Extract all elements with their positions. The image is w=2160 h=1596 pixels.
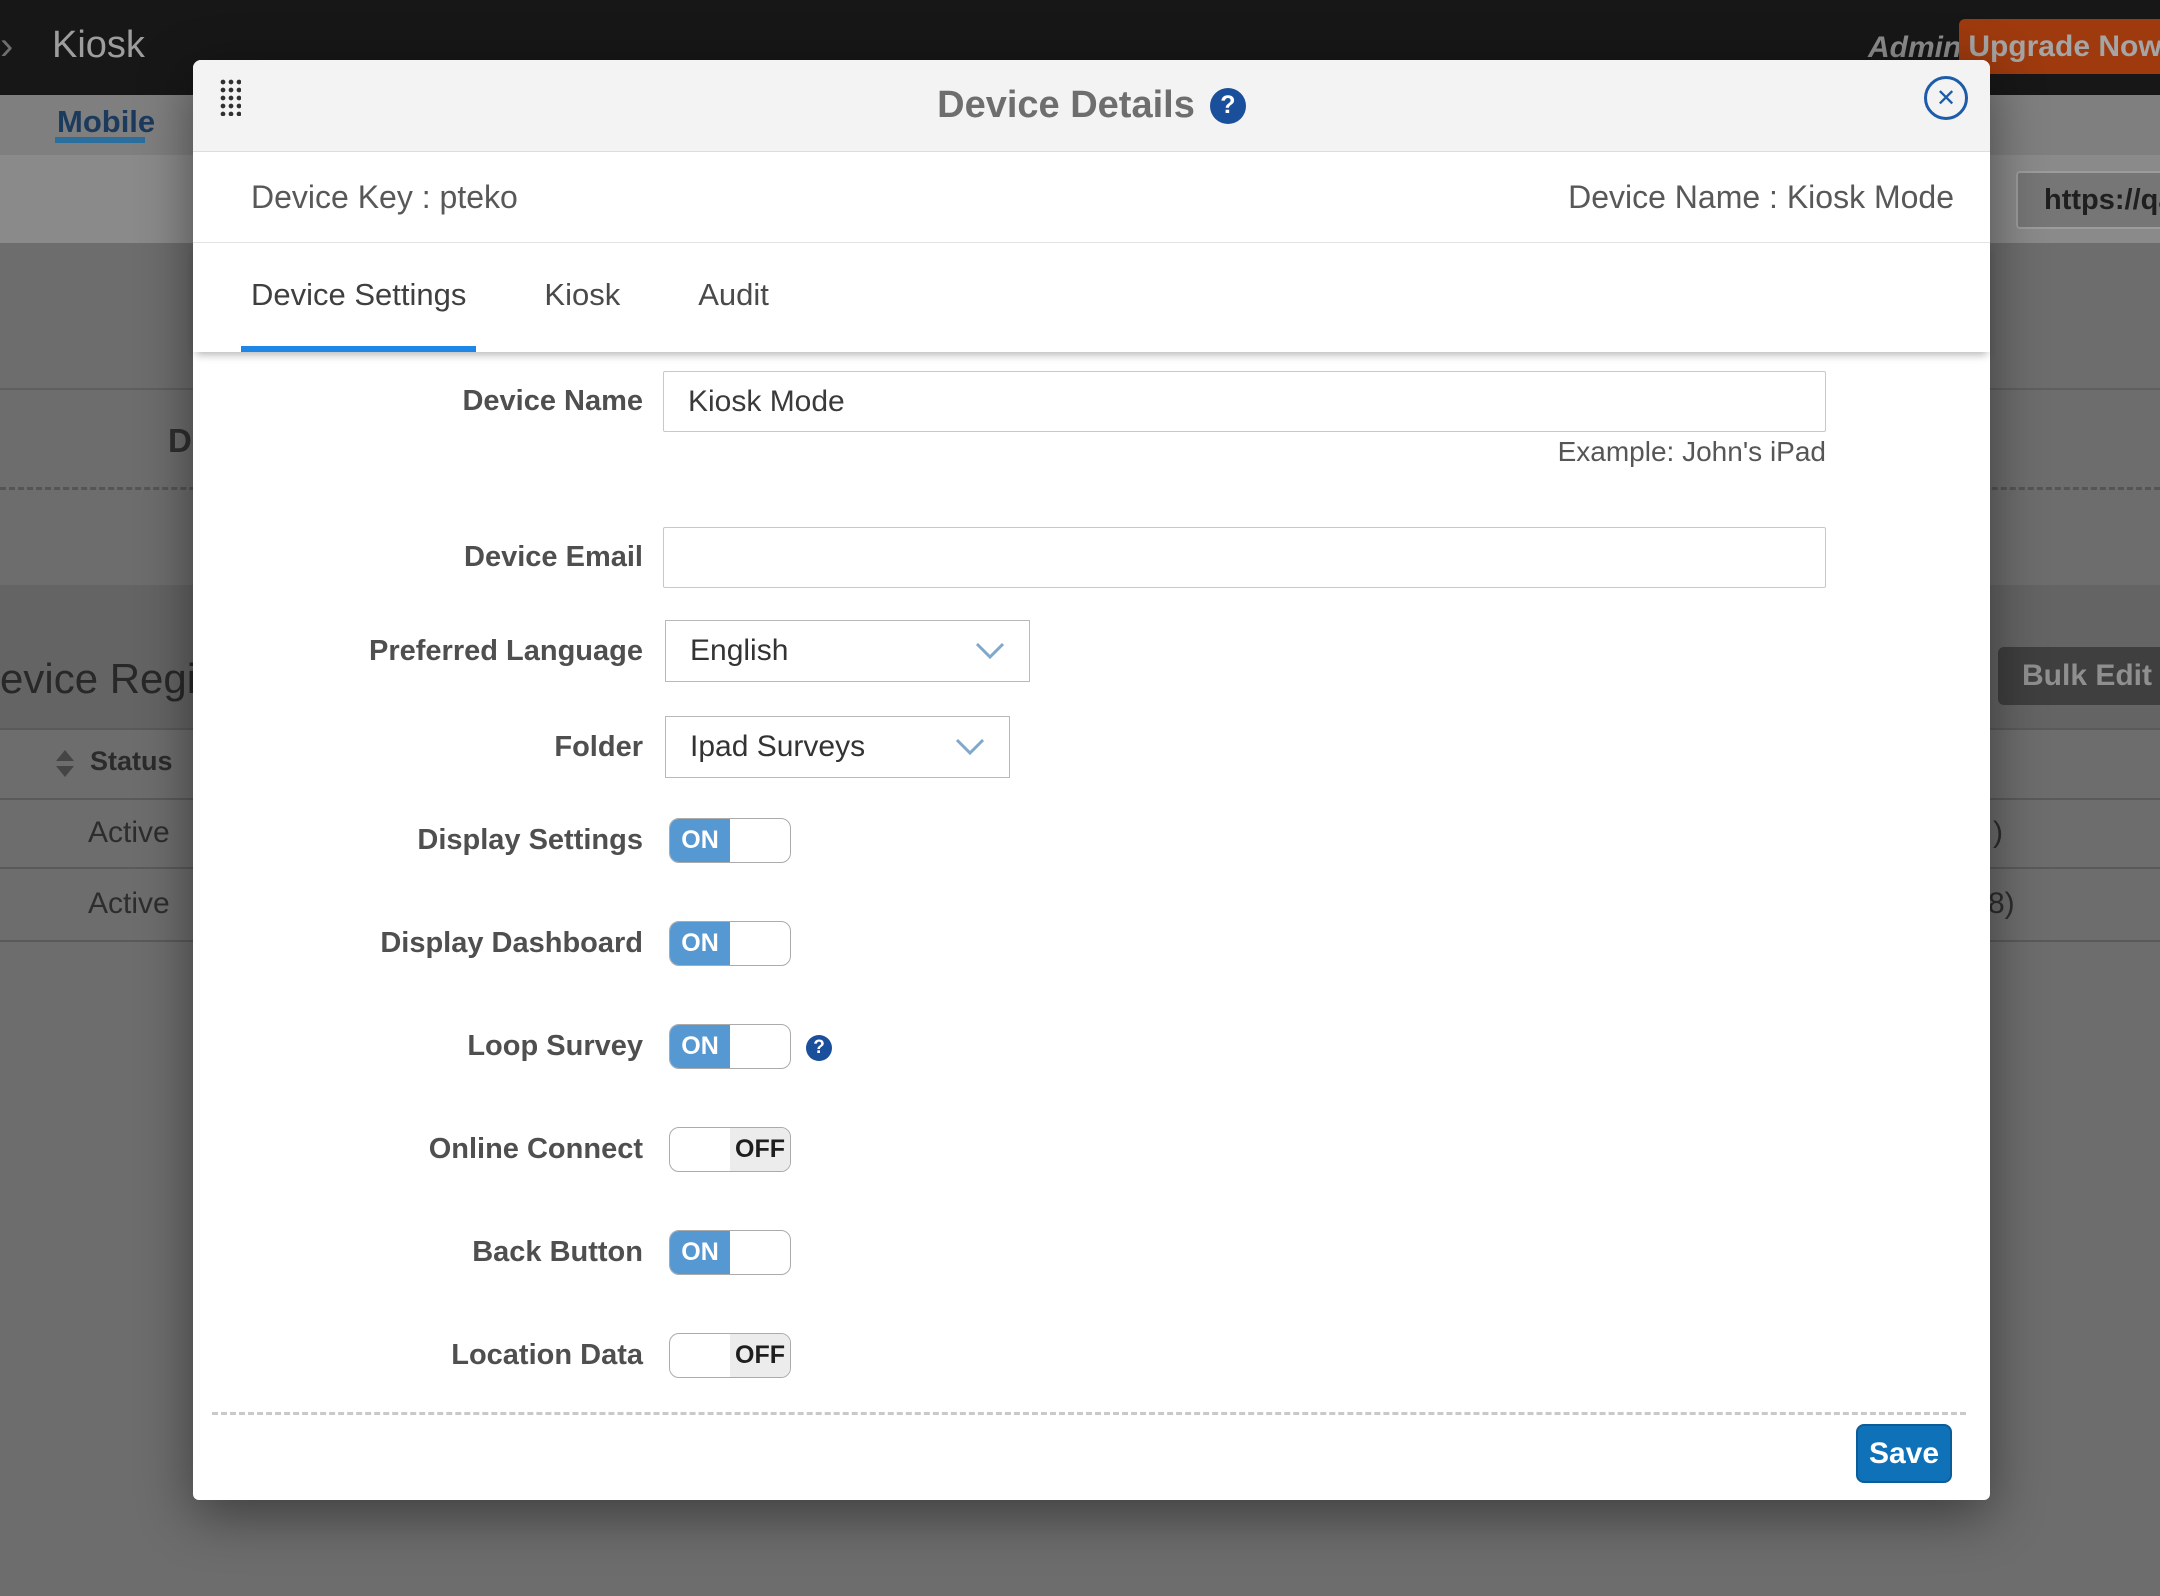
toggle-state: ON: [670, 1231, 730, 1274]
preferred-language-label: Preferred Language: [193, 620, 643, 682]
location-data-label: Location Data: [193, 1333, 643, 1378]
device-name-helper: Example: John's iPad: [1558, 436, 1826, 468]
display-settings-label: Display Settings: [193, 818, 643, 863]
chevron-down-icon: [975, 642, 1005, 660]
location-data-toggle[interactable]: OFF: [669, 1333, 791, 1378]
modal-header: Device Details ?: [193, 60, 1990, 152]
modal-subheader: Device Key : pteko Device Name : Kiosk M…: [193, 152, 1990, 243]
online-connect-label: Online Connect: [193, 1127, 643, 1172]
device-name-text: Device Name : Kiosk Mode: [1568, 179, 1954, 216]
table-row-fragment: ): [1993, 816, 2003, 850]
toggle-state: OFF: [730, 1334, 790, 1377]
url-field[interactable]: https://qa.c: [2016, 171, 2160, 229]
divider: [212, 1412, 1966, 1415]
breadcrumb-chevron-icon: ›: [0, 24, 13, 69]
modal-title: Device Details: [937, 84, 1195, 127]
online-connect-toggle[interactable]: OFF: [669, 1127, 791, 1172]
status-column-header[interactable]: Status: [90, 746, 173, 777]
toggle-state: ON: [670, 819, 730, 862]
page-title: Kiosk: [52, 24, 145, 67]
device-details-modal: Device Details ? ✕ Device Key : pteko De…: [193, 60, 1990, 1500]
save-button[interactable]: Save: [1856, 1424, 1952, 1483]
device-name-label: Device Name: [193, 371, 643, 432]
toggle-state: ON: [670, 1025, 730, 1068]
device-email-label: Device Email: [193, 527, 643, 588]
folder-value: Ipad Surveys: [690, 730, 865, 764]
table-row-fragment: 8): [1988, 887, 2015, 921]
toggle-state: ON: [670, 922, 730, 965]
bulk-edit-devices-button[interactable]: Bulk Edit Dev: [1998, 647, 2160, 705]
close-icon[interactable]: ✕: [1924, 76, 1968, 120]
display-settings-toggle[interactable]: ON: [669, 818, 791, 863]
preferred-language-select[interactable]: English: [665, 620, 1030, 682]
toggle-state: OFF: [730, 1128, 790, 1171]
background-label-fragment: D: [168, 422, 192, 460]
tab-device-settings[interactable]: Device Settings: [241, 243, 476, 352]
tab-kiosk[interactable]: Kiosk: [534, 243, 630, 352]
help-icon[interactable]: ?: [1210, 88, 1246, 124]
device-email-field[interactable]: [663, 527, 1826, 588]
modal-tab-bar: Device Settings Kiosk Audit: [193, 243, 1990, 352]
tab-mobile-underline: [55, 137, 145, 143]
loop-survey-label: Loop Survey: [193, 1024, 643, 1069]
folder-label: Folder: [193, 716, 643, 778]
sort-icon[interactable]: [56, 750, 74, 777]
loop-survey-toggle[interactable]: ON: [669, 1024, 791, 1069]
display-dashboard-toggle[interactable]: ON: [669, 921, 791, 966]
table-row-status: Active: [88, 816, 170, 850]
tab-audit[interactable]: Audit: [688, 243, 779, 352]
drag-handle-icon[interactable]: [219, 78, 241, 116]
tab-mobile[interactable]: Mobile: [57, 104, 155, 140]
back-button-label: Back Button: [193, 1230, 643, 1275]
folder-select[interactable]: Ipad Surveys: [665, 716, 1010, 778]
chevron-down-icon: [955, 738, 985, 756]
table-row-status: Active: [88, 887, 170, 921]
help-icon[interactable]: ?: [806, 1035, 832, 1061]
display-dashboard-label: Display Dashboard: [193, 921, 643, 966]
back-button-toggle[interactable]: ON: [669, 1230, 791, 1275]
device-key-text: Device Key : pteko: [251, 179, 518, 216]
preferred-language-value: English: [690, 634, 788, 668]
device-name-field[interactable]: [663, 371, 1826, 432]
